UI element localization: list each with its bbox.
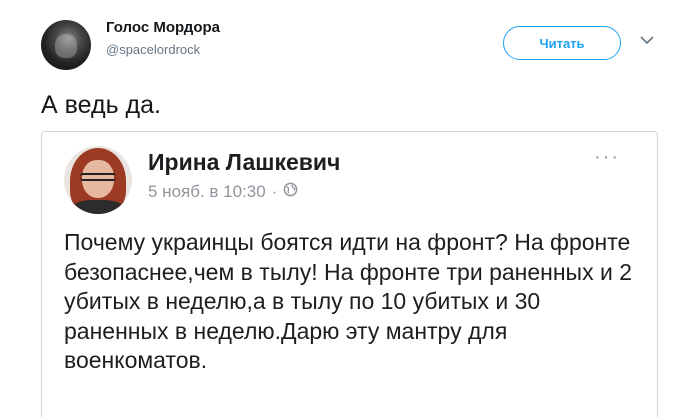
tweet-header: Голос Мордора @spacelordrock Читать xyxy=(0,0,690,80)
tweet-text: А ведь да. xyxy=(41,91,161,119)
user-avatar[interactable] xyxy=(41,20,91,70)
post-body: Почему украинцы боятся идти на фронт? На… xyxy=(64,229,633,373)
post-meta: 5 нояб. в 10:30 · xyxy=(148,182,298,202)
tweet-options-button[interactable] xyxy=(636,30,658,52)
user-handle[interactable]: @spacelordrock xyxy=(106,42,200,57)
post-timestamp[interactable]: 5 нояб. в 10:30 xyxy=(148,182,266,202)
author-avatar[interactable] xyxy=(64,146,132,214)
author-name[interactable]: Ирина Лашкевич xyxy=(148,149,340,176)
quoted-post-card[interactable]: Ирина Лашкевич 5 нояб. в 10:30 · ··· Поч… xyxy=(41,131,658,417)
meta-separator: · xyxy=(271,182,278,201)
more-options-icon[interactable]: ··· xyxy=(594,146,620,169)
display-name[interactable]: Голос Мордора xyxy=(106,19,220,36)
globe-icon xyxy=(283,182,298,202)
follow-button[interactable]: Читать xyxy=(503,26,621,60)
chevron-down-icon xyxy=(640,32,654,50)
